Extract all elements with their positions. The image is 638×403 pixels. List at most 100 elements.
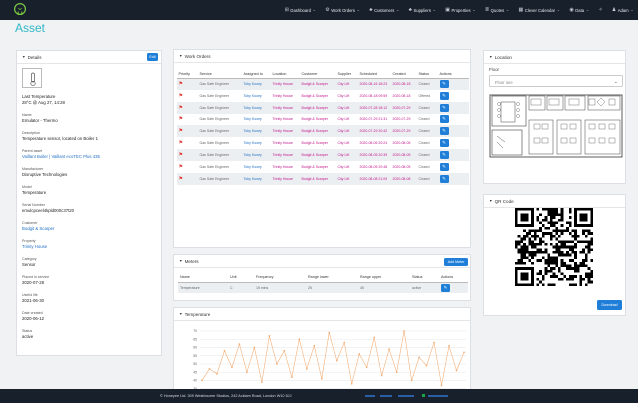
temperature-data-point[interactable]: [201, 379, 203, 382]
temperature-data-point[interactable]: [365, 366, 368, 369]
location-link[interactable]: Trinity House: [271, 78, 300, 90]
footer-link-4[interactable]: [428, 395, 448, 397]
customer-link[interactable]: Bodgit & Scarper: [300, 125, 336, 138]
work-orders-header[interactable]: ▼ Work Orders: [174, 50, 470, 63]
meters-header[interactable]: ▼ Meters: [174, 255, 470, 268]
assigned-link[interactable]: Toby Kooey: [242, 125, 271, 138]
supplier-link[interactable]: City Lift: [336, 114, 358, 126]
temperature-data-point[interactable]: [313, 344, 316, 347]
temperature-data-point[interactable]: [328, 331, 331, 334]
table-row[interactable]: ⚑ Gas Safe Engineer Toby Kooey Trinity Hous…: [177, 90, 469, 102]
temperature-data-point[interactable]: [260, 381, 263, 383]
property-link[interactable]: Trinity House: [22, 244, 47, 249]
customer-link[interactable]: Bodgit & Scarper: [22, 226, 54, 231]
temperature-data-point[interactable]: [425, 364, 428, 367]
assigned-link[interactable]: Toby Kooey: [242, 172, 271, 185]
nav-item-customers[interactable]: ♣ Customers ⌄: [369, 7, 399, 13]
edit-action-button[interactable]: ✎: [439, 150, 449, 159]
assigned-link[interactable]: Toby Kooey: [242, 114, 271, 126]
temperature-data-point[interactable]: [320, 377, 323, 380]
nav-item-data[interactable]: ◉ Data ⌄: [569, 7, 589, 13]
temperature-data-point[interactable]: [418, 356, 420, 359]
column-header[interactable]: Service: [198, 66, 242, 79]
temperature-data-point[interactable]: [335, 359, 338, 362]
temperature-data-point[interactable]: [208, 368, 211, 370]
nav-item-work-orders[interactable]: ⚙ Work Orders ⌄: [325, 7, 360, 13]
location-link[interactable]: Trinity House: [271, 90, 300, 102]
supplier-link[interactable]: City Lift: [336, 137, 358, 149]
floor-plan-image[interactable]: [489, 94, 623, 158]
temperature-data-point[interactable]: [373, 336, 376, 339]
footer-link-1[interactable]: [365, 395, 375, 397]
temperature-data-point[interactable]: [290, 376, 293, 379]
floor-select[interactable]: Floor one ⌄: [489, 75, 623, 87]
temperature-header[interactable]: ▼ Temperature: [174, 308, 470, 321]
temperature-data-point[interactable]: [231, 366, 233, 369]
customer-link[interactable]: Bodgit & Scarper: [300, 161, 336, 173]
customer-link[interactable]: Bodgit & Scarper: [300, 172, 336, 185]
table-row[interactable]: Temperature C 15 mins 25 45 active ✎: [178, 282, 468, 293]
table-row[interactable]: ⚑ Gas Safe Engineer Toby Kooey Trinity Hous…: [177, 114, 469, 126]
nav-item-clever-calendar[interactable]: ▦ Clever Calendar ⌄: [519, 7, 561, 13]
edit-action-button[interactable]: ✎: [439, 91, 449, 100]
edit-action-button[interactable]: ✎: [441, 283, 450, 292]
parent-asset-link[interactable]: Vaillant Boiler | Vaillant ecoTEC Plus 4…: [22, 154, 100, 159]
edit-action-button[interactable]: ✎: [439, 127, 449, 136]
edit-action-button[interactable]: ✎: [439, 80, 449, 89]
supplier-link[interactable]: City Lift: [336, 161, 358, 173]
download-button[interactable]: Download: [597, 300, 622, 310]
table-row[interactable]: ⚑ Gas Safe Engineer Toby Kooey Trinity Hous…: [177, 78, 469, 90]
footer-link-2[interactable]: [380, 395, 392, 397]
location-link[interactable]: Trinity House: [271, 114, 300, 126]
temperature-data-point[interactable]: [238, 343, 241, 346]
temperature-data-point[interactable]: [253, 346, 256, 349]
nav-item-dashboard[interactable]: ⊞ Dashboard ⌄: [285, 7, 317, 13]
location-link[interactable]: Trinity House: [271, 137, 300, 149]
temperature-data-point[interactable]: [455, 369, 458, 372]
customer-link[interactable]: Bodgit & Scarper: [300, 90, 336, 102]
edit-action-button[interactable]: ✎: [439, 139, 449, 148]
location-header[interactable]: ▼ Location: [484, 51, 625, 64]
column-header[interactable]: Created: [391, 66, 417, 79]
temperature-data-point[interactable]: [275, 363, 278, 365]
temperature-data-point[interactable]: [216, 372, 218, 375]
nav-item-properties[interactable]: ▣ Properties ⌄: [445, 7, 476, 13]
lightbulb-logo-icon[interactable]: [12, 2, 28, 18]
edit-action-button[interactable]: ✎: [439, 162, 449, 171]
collapse-triangle-icon[interactable]: ▼: [179, 312, 183, 316]
add-meter-button[interactable]: Add Meter: [444, 258, 468, 266]
table-row[interactable]: ⚑ Gas Safe Engineer Toby Kooey Trinity Hous…: [177, 137, 469, 149]
supplier-link[interactable]: City Lift: [336, 78, 358, 90]
location-link[interactable]: Trinity House: [271, 101, 300, 114]
customer-link[interactable]: Bodgit & Scarper: [300, 114, 336, 126]
collapse-triangle-icon[interactable]: ▼: [489, 199, 493, 203]
location-link[interactable]: Trinity House: [271, 149, 300, 161]
customer-link[interactable]: Bodgit & Scarper: [300, 137, 336, 149]
assigned-link[interactable]: Toby Kooey: [242, 161, 271, 173]
table-row[interactable]: ⚑ Gas Safe Engineer Toby Kooey Trinity Hous…: [177, 172, 469, 185]
nav-item-suppliers[interactable]: ♣ Suppliers ⌄: [409, 7, 437, 13]
column-header[interactable]: Scheduled: [358, 66, 391, 79]
customer-link[interactable]: Bodgit & Scarper: [300, 101, 336, 114]
assigned-link[interactable]: Toby Kooey: [242, 149, 271, 161]
temperature-data-point[interactable]: [433, 341, 435, 344]
table-row[interactable]: ⚑ Gas Safe Engineer Toby Kooey Trinity Hous…: [177, 161, 469, 173]
location-link[interactable]: Trinity House: [271, 161, 300, 173]
column-header[interactable]: Location: [271, 66, 300, 79]
temperature-data-point[interactable]: [268, 335, 271, 337]
footer-link-3[interactable]: [398, 395, 414, 397]
location-link[interactable]: Trinity House: [271, 125, 300, 138]
collapse-triangle-icon[interactable]: ▼: [179, 54, 183, 58]
supplier-link[interactable]: City Lift: [336, 90, 358, 102]
edit-action-button[interactable]: ✎: [439, 103, 449, 112]
temperature-data-point[interactable]: [358, 353, 361, 355]
customer-link[interactable]: Bodgit & Scarper: [300, 78, 336, 90]
edit-action-button[interactable]: ✎: [439, 115, 449, 124]
column-header[interactable]: Customer: [300, 66, 336, 79]
column-header[interactable]: Supplier: [336, 66, 358, 79]
collapse-triangle-icon[interactable]: ▼: [489, 55, 493, 59]
column-header[interactable]: Priority: [177, 66, 198, 79]
supplier-link[interactable]: City Lift: [336, 149, 358, 161]
location-link[interactable]: Trinity House: [271, 172, 300, 185]
edit-button[interactable]: Edit: [147, 53, 158, 61]
